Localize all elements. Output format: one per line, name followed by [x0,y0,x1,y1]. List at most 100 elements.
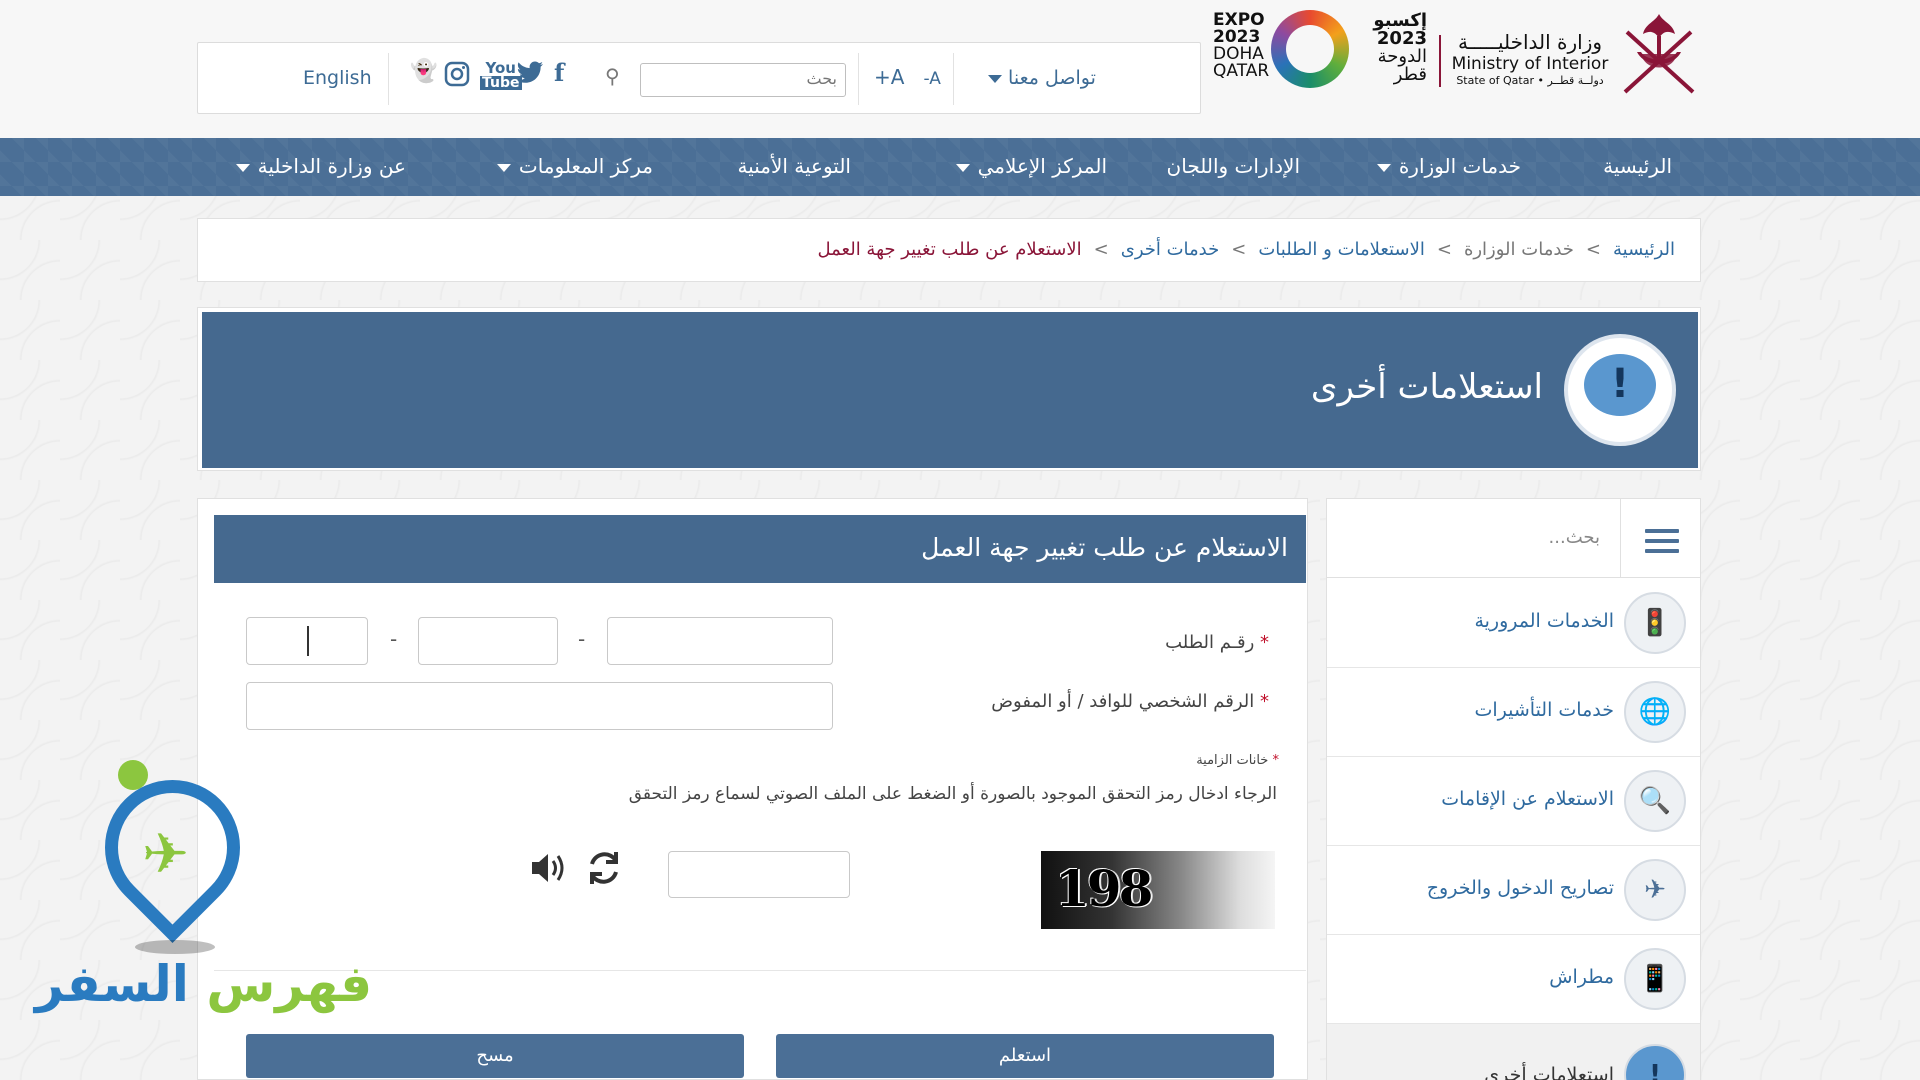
breadcrumb-ministry-services[interactable]: خدمات الوزارة [1464,239,1574,260]
chevron-down-icon [988,74,1002,83]
breadcrumb-separator: > [1093,239,1109,260]
ministry-emblem-icon[interactable] [1615,8,1703,96]
dash-separator: - [578,627,586,651]
search-input[interactable] [640,63,846,97]
contact-us-label: تواصل معنا [1008,67,1096,89]
text-cursor [307,626,309,656]
captcha-input[interactable] [668,851,850,898]
chevron-down-icon [496,163,511,172]
sidebar-item-label: استعلامات أخرى [1484,1064,1614,1080]
sidebar-item-visa-services[interactable]: خدمات التأشيرات 🌐 [1327,668,1700,757]
breadcrumb-other-services[interactable]: خدمات أخرى [1121,239,1220,260]
nav-item-home[interactable]: الرئيسية [1603,154,1672,178]
captcha-hint: الرجاء ادخال رمز التحقق الموجود بالصورة … [628,784,1277,804]
required-fields-note: * خانات الزامية [1196,753,1279,768]
request-number-part-2-input[interactable] [418,617,558,665]
form-divider [214,970,1306,971]
expo-flower-ring-icon [1271,10,1349,88]
audio-speaker-icon[interactable] [528,847,570,898]
nav-label: التوعية الأمنية [737,154,851,178]
sidebar-item-other-inquiries[interactable]: استعلامات أخرى ! [1327,1024,1700,1080]
divider [858,53,859,105]
phone-user-icon: 📱 [1624,948,1686,1010]
label-text: خانات الزامية [1196,753,1269,768]
sidebar-item-label: تصاريح الدخول والخروج [1426,877,1614,899]
airplane-icon: ✈ [1624,859,1686,921]
nav-item-security-awareness[interactable]: التوعية الأمنية [737,154,851,178]
form-header: الاستعلام عن طلب تغيير جهة العمل [214,515,1306,583]
snapchat-icon[interactable]: 👻 [410,61,437,83]
sidebar-search-input[interactable]: بحث... [1549,527,1600,548]
nav-item-about-ministry[interactable]: عن وزارة الداخلية [235,154,406,178]
facebook-icon[interactable]: f [554,61,564,85]
required-mark: * [1260,691,1269,712]
inquire-button[interactable]: استعلم [776,1034,1274,1078]
search-icon[interactable]: ⚲ [605,64,620,88]
airplane-icon: ✈ [142,822,189,887]
sidebar-item-traffic-services[interactable]: الخدمات المرورية 🚦 [1327,579,1700,668]
breadcrumb-home[interactable]: الرئيسية [1613,239,1675,260]
nav-label: عن وزارة الداخلية [257,154,406,178]
divider [388,53,389,105]
expo-arabic-text: إكسبو 2023 الدوحة قطر [1361,12,1427,84]
clear-button[interactable]: مسح [246,1034,744,1078]
captcha-image: 198 [1041,851,1275,929]
chevron-down-icon [955,163,970,172]
font-increase-button[interactable]: +A [874,65,904,89]
nav-label: الإدارات واللجان [1166,154,1300,178]
main-navigation: الرئيسية خدمات الوزارة الإدارات واللجان … [0,138,1920,196]
pin-shadow [135,940,215,954]
sidebar-search: بحث... [1327,499,1700,578]
page-title: استعلامات أخرى [1310,367,1543,407]
captcha-code: 198 [1055,859,1153,918]
travel-index-watermark-logo: ✈ فهرس السفر [30,752,372,1060]
request-number-label: * رقـم الطلب [1165,632,1269,653]
expo-line: QATAR [1213,61,1270,81]
required-mark: * [1272,753,1280,768]
personal-id-input[interactable] [246,682,833,730]
contact-us-dropdown[interactable]: تواصل معنا [988,67,1096,89]
english-language-link[interactable]: English [303,67,372,89]
required-mark: * [1260,632,1269,653]
nav-label: مركز المعلومات [518,154,653,178]
chevron-down-icon [235,163,250,172]
dash-separator: - [390,627,398,651]
expo-2023-logo[interactable]: EXPO 2023 DOHA QATAR إكسبو 2023 الدوحة ق… [1213,8,1428,98]
sidebar-item-label: مطراش [1549,966,1614,988]
utility-bar: English 👻 YouTube f ⚲ +A -A تواصل معنا [197,42,1201,114]
sidebar-item-residency-inquiry[interactable]: الاستعلام عن الإقامات 🔍 [1327,757,1700,846]
magnifier-icon: 🔍 [1624,770,1686,832]
chevron-down-icon [1376,163,1391,172]
nav-item-ministry-services[interactable]: خدمات الوزارة [1376,154,1521,178]
twitter-icon[interactable] [516,61,544,89]
request-number-part-1-input[interactable] [607,617,833,665]
nav-item-departments[interactable]: الإدارات واللجان [1167,154,1300,178]
banner-background: استعلامات أخرى ! [202,312,1698,468]
request-number-part-3-input[interactable] [246,617,368,665]
refresh-icon[interactable] [583,847,625,898]
breadcrumb-inquiries-requests[interactable]: الاستعلامات و الطلبات [1258,239,1424,260]
nav-item-media-center[interactable]: المركز الإعلامي [955,154,1107,178]
banner-icon-frame: ! [1564,334,1676,446]
sidebar-item-entry-exit-permits[interactable]: تصاريح الدخول والخروج ✈ [1327,846,1700,935]
nav-item-information-center[interactable]: مركز المعلومات [496,154,653,178]
breadcrumb-current: الاستعلام عن طلب تغيير جهة العمل [817,239,1082,260]
ministry-name-ar: وزارة الداخليـــــة [1457,30,1603,54]
sidebar-item-label: خدمات التأشيرات [1474,699,1614,721]
label-text: الرقم الشخصي للوافد / أو المفوض [991,691,1255,712]
font-decrease-button[interactable]: -A [924,69,941,89]
nav-label: المركز الإعلامي [977,154,1107,178]
globe-icon: 🌐 [1624,681,1686,743]
nav-label: خدمات الوزارة [1398,154,1521,178]
ministry-logo-text[interactable]: وزارة الداخليـــــة Ministry of Interior… [1450,30,1610,87]
instagram-icon[interactable] [444,61,470,91]
font-size-controls: +A -A [874,65,941,89]
sidebar-item-metrash[interactable]: مطراش 📱 [1327,935,1700,1024]
breadcrumb-separator: > [1436,239,1452,260]
state-of-qatar: State of Qatar • دولــة قطــر [1456,74,1604,87]
sidebar-menu-button[interactable] [1620,499,1700,578]
services-sidebar: بحث... الخدمات المرورية 🚦 خدمات التأشيرا… [1326,498,1701,1080]
label-text: رقـم الطلب [1165,632,1255,653]
exclamation-icon: ! [1624,1044,1686,1080]
watermark-text: فهرس السفر [35,955,372,1013]
